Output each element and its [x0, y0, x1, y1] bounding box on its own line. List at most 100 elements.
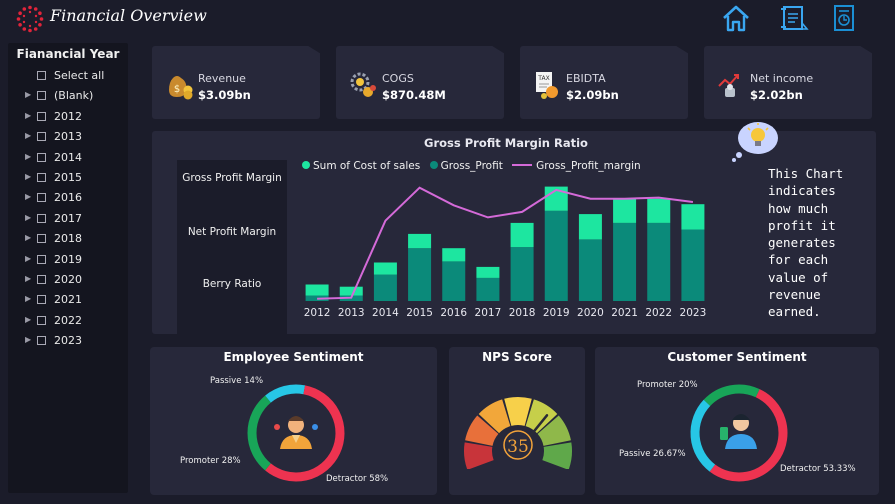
expand-chevron-icon[interactable]: ▶ [25, 274, 31, 283]
bar-gross-profit[interactable] [339, 286, 363, 296]
year-option[interactable]: ▶ 2014 [8, 149, 128, 169]
bar-cost-of-sales[interactable] [681, 229, 705, 302]
donut-slice-detractor[interactable] [265, 385, 345, 482]
donut-slice-passive[interactable] [690, 399, 716, 472]
checkbox[interactable] [37, 71, 46, 80]
legend-item-gross-profit[interactable]: Gross_Profit [429, 160, 503, 172]
bar-gross-profit[interactable] [510, 222, 534, 248]
year-option[interactable]: ▶ 2023 [8, 332, 128, 352]
expand-chevron-icon[interactable]: ▶ [25, 213, 31, 222]
year-option-label: Select all [54, 69, 105, 82]
expand-chevron-icon[interactable]: ▶ [25, 192, 31, 201]
bar-gross-profit[interactable] [373, 262, 397, 275]
tax-document-icon: TAX [532, 70, 562, 104]
bar-cost-of-sales[interactable] [442, 261, 466, 301]
checkbox[interactable] [37, 111, 46, 121]
donut-slice-promoter[interactable] [703, 384, 760, 407]
year-option[interactable]: ▶ 2013 [8, 128, 128, 148]
money-bag-icon: $ [164, 70, 194, 104]
year-option-label: 2014 [54, 150, 82, 164]
line-gross-profit-margin[interactable] [317, 186, 694, 300]
kpi-card-cogs[interactable]: COGS $870.48M [336, 46, 504, 119]
year-option[interactable]: ▶ 2020 [8, 271, 128, 291]
tab-berry-ratio[interactable]: Berry Ratio [177, 278, 287, 290]
year-option[interactable]: ▶ 2015 [8, 169, 128, 189]
kpi-label: Net income [750, 72, 814, 85]
chart-legend: Sum of Cost of sales Gross_Profit Gross_… [302, 160, 647, 172]
expand-chevron-icon[interactable]: ▶ [25, 315, 31, 324]
donut-slice-promoter[interactable] [247, 395, 271, 471]
bar-gross-profit[interactable] [442, 248, 466, 262]
kpi-card-revenue[interactable]: $ Revenue $3.09bn [152, 46, 320, 119]
kpi-value: $2.09bn [566, 88, 619, 102]
expand-chevron-icon[interactable]: ▶ [25, 172, 31, 181]
checkbox[interactable] [37, 172, 46, 182]
x-tick-label: 2014 [372, 307, 399, 319]
nps-value: 35 [507, 437, 529, 457]
expand-chevron-icon[interactable]: ▶ [25, 152, 31, 161]
kpi-card-net-income[interactable]: Net income $2.02bn [704, 46, 872, 119]
x-tick-label: 2012 [304, 307, 331, 319]
tab-net-profit-margin[interactable]: Net Profit Margin [177, 226, 287, 238]
panel-title: Customer Sentiment [667, 350, 807, 364]
checkbox[interactable] [37, 315, 46, 325]
year-list: Select all ▶ (Blank) ▶ 2012 ▶ 2013 ▶ 2014 ▶ 2015 ▶ 2… [8, 67, 128, 352]
year-option[interactable]: Select all [8, 67, 128, 87]
bar-gross-profit[interactable] [476, 266, 500, 278]
year-option[interactable]: ▶ 2016 [8, 189, 128, 209]
year-option[interactable]: ▶ 2021 [8, 291, 128, 311]
expand-chevron-icon[interactable]: ▶ [25, 90, 31, 99]
bar-cost-of-sales[interactable] [510, 247, 534, 301]
checkbox[interactable] [37, 213, 46, 223]
bar-gross-profit[interactable] [408, 233, 432, 249]
checkbox[interactable] [37, 295, 46, 305]
bar-cost-of-sales[interactable] [544, 210, 568, 301]
donut-slice-passive[interactable] [265, 384, 306, 403]
legend-item-gross-profit-margin[interactable]: Gross_Profit_margin [512, 160, 641, 172]
year-option[interactable]: ▶ 2022 [8, 312, 128, 332]
customer-icon [720, 414, 757, 449]
bar-gross-profit[interactable] [578, 214, 602, 240]
bar-gross-profit[interactable] [647, 198, 671, 223]
legend-item-cost-of-sales[interactable]: Sum of Cost of sales [302, 160, 420, 172]
bar-cost-of-sales[interactable] [408, 248, 432, 301]
document-icon[interactable] [830, 3, 858, 37]
bar-gross-profit[interactable] [681, 204, 705, 230]
bar-gross-profit[interactable] [613, 198, 637, 223]
expand-chevron-icon[interactable]: ▶ [25, 111, 31, 120]
bar-cost-of-sales[interactable] [647, 222, 671, 301]
kpi-value: $3.09bn [198, 88, 251, 102]
legend-label: Gross_Profit_margin [536, 160, 641, 172]
x-tick-label: 2020 [577, 307, 604, 319]
checkbox[interactable] [37, 336, 46, 346]
year-option[interactable]: ▶ 2017 [8, 210, 128, 230]
expand-chevron-icon[interactable]: ▶ [25, 254, 31, 263]
checkbox[interactable] [37, 274, 46, 284]
home-icon[interactable] [720, 3, 752, 37]
checkbox[interactable] [37, 91, 46, 101]
expand-chevron-icon[interactable]: ▶ [25, 233, 31, 242]
checkbox[interactable] [37, 234, 46, 244]
report-icon[interactable] [778, 3, 810, 37]
bar-cost-of-sales[interactable] [613, 222, 637, 301]
checkbox[interactable] [37, 193, 46, 203]
bar-cost-of-sales[interactable] [578, 239, 602, 301]
expand-chevron-icon[interactable]: ▶ [25, 335, 31, 344]
expand-chevron-icon[interactable]: ▶ [25, 294, 31, 303]
checkbox[interactable] [37, 132, 46, 142]
legend-swatch [302, 161, 310, 169]
year-option[interactable]: ▶ (Blank) [8, 87, 128, 107]
year-option-label: 2017 [54, 211, 82, 225]
nps-gauge: 35 [464, 397, 572, 469]
tab-gross-profit-margin[interactable]: Gross Profit Margin [177, 172, 287, 184]
kpi-card-ebidta[interactable]: TAX EBIDTA $2.09bn [520, 46, 688, 119]
checkbox[interactable] [37, 254, 46, 264]
bar-gross-profit[interactable] [305, 284, 329, 296]
expand-chevron-icon[interactable]: ▶ [25, 131, 31, 140]
bar-cost-of-sales[interactable] [476, 277, 500, 301]
checkbox[interactable] [37, 152, 46, 162]
bar-cost-of-sales[interactable] [373, 274, 397, 301]
year-option[interactable]: ▶ 2012 [8, 108, 128, 128]
year-option[interactable]: ▶ 2019 [8, 251, 128, 271]
year-option[interactable]: ▶ 2018 [8, 230, 128, 250]
